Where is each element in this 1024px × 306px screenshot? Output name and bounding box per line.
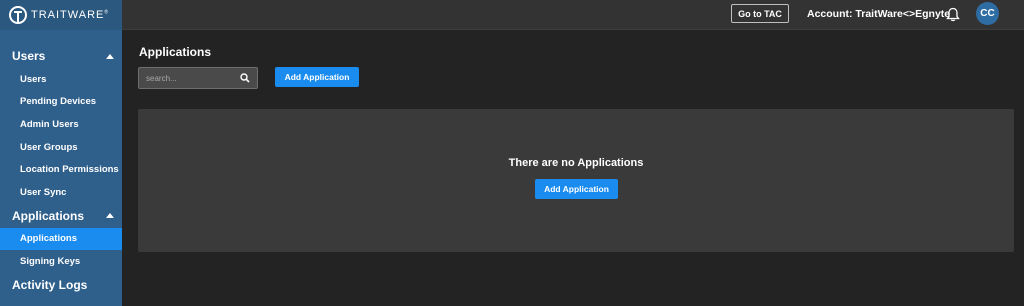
add-application-button[interactable]: Add Application [275, 67, 359, 87]
sidebar-item-user-sync[interactable]: User Sync [0, 181, 122, 204]
sidebar-section-applications[interactable]: Applications [0, 204, 122, 228]
sidebar-item-location-permissions[interactable]: Location Permissions [0, 158, 122, 181]
main-content: Applications Add Application There are n… [122, 31, 1024, 306]
go-to-tac-button[interactable]: Go to TAC [731, 4, 789, 23]
brand-logo[interactable]: TRAITWARE® [0, 0, 122, 30]
sidebar-section-label: Users [12, 49, 46, 63]
sidebar-item-users[interactable]: Users [0, 68, 122, 91]
top-bar: Go to TAC Account: TraitWare<>Egnyte CC [122, 0, 1024, 30]
sidebar-section-label: Applications [12, 208, 85, 223]
page-title: Applications [139, 45, 212, 59]
sidebar: TRAITWARE® Users Users Pending Devices A… [0, 0, 122, 306]
sidebar-nav: Users Users Pending Devices Admin Users … [0, 44, 122, 297]
caret-up-icon [106, 213, 114, 219]
bell-icon[interactable] [946, 7, 960, 22]
empty-state-message: There are no Applications [508, 157, 644, 169]
sidebar-item-admin-users[interactable]: Admin Users [0, 113, 122, 136]
caret-up-icon [106, 53, 114, 59]
brand-name: TRAITWARE® [31, 9, 110, 21]
sidebar-item-pending-devices[interactable]: Pending Devices [0, 91, 122, 114]
traitware-logo-icon [9, 6, 27, 24]
sidebar-section-activity-logs[interactable]: Activity Logs [0, 273, 122, 297]
search-box [138, 67, 258, 89]
sidebar-item-applications[interactable]: Applications [0, 227, 122, 251]
empty-state-panel: There are no Applications Add Applicatio… [138, 109, 1014, 252]
search-icon[interactable] [240, 73, 250, 83]
avatar[interactable]: CC [976, 2, 999, 25]
account-label: Account: TraitWare<>Egnyte [807, 8, 951, 20]
sidebar-section-users[interactable]: Users [0, 44, 122, 68]
sidebar-section-label: Activity Logs [12, 277, 88, 292]
sidebar-item-user-groups[interactable]: User Groups [0, 136, 122, 159]
sidebar-item-signing-keys[interactable]: Signing Keys [0, 250, 122, 273]
empty-state-add-application-button[interactable]: Add Application [535, 179, 618, 199]
